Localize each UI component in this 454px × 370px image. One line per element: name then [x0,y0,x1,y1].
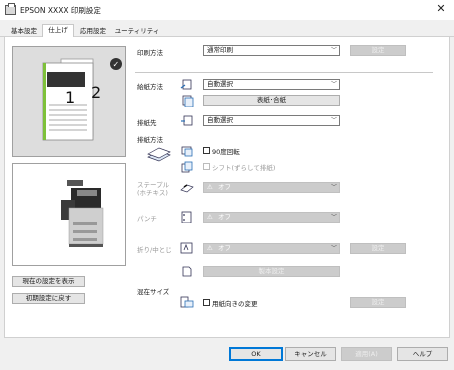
mixed-size-icon [180,296,194,308]
reset-defaults-button[interactable]: 初期設定に戻す [12,293,85,304]
front-page-number: 1 [65,88,75,107]
help-button[interactable]: ヘルプ [397,347,448,361]
shift-checkbox[interactable] [203,163,210,170]
punch-icon [181,211,192,223]
tab-finishing[interactable]: 仕上げ [42,24,74,38]
punch-value: オフ [218,213,231,221]
rotate-90-label: 90度回転 [212,148,240,156]
output-tray-select[interactable]: 自動選択 ﹀ [203,115,340,126]
paper-source-icon [180,79,192,90]
staple-label: ステープル (ホチキス) [137,181,170,197]
shift-icon [181,161,193,173]
cover-slip-sheet-button[interactable]: 表紙･合紙 [203,95,340,106]
chevron-down-icon: ﹀ [330,214,337,221]
staple-select[interactable]: ⚠ オフ ﹀ [203,182,340,193]
output-tray-icon [181,115,193,126]
info-icon: ⚠ [207,244,213,252]
cancel-button[interactable]: キャンセル [285,347,336,361]
print-method-select[interactable]: 通常印刷 ﹀ [203,45,340,56]
close-icon[interactable]: ✕ [434,2,448,16]
print-method-settings-button[interactable]: 設定 [350,45,406,56]
check-icon: ✓ [113,60,120,69]
info-icon: ⚠ [207,213,213,221]
paper-source-select[interactable]: 自動選択 ﹀ [203,79,340,90]
orientation-change-label: 用紙向きの変更 [212,300,258,308]
rotate-icon [181,146,193,157]
ok-button[interactable]: OK [229,347,283,361]
fold-value: オフ [218,244,231,252]
tab-advanced[interactable]: 応用設定 [75,25,111,37]
shift-label: シフト(ずらして排紙) [212,164,276,172]
chevron-down-icon: ﹀ [330,184,337,191]
chevron-down-icon: ﹀ [330,245,337,252]
printer-illustration [61,180,104,247]
booklet-settings-button[interactable]: 製本設定 [203,266,340,277]
fold-select[interactable]: ⚠ オフ ﹀ [203,243,340,254]
chevron-down-icon: ﹀ [330,81,337,88]
print-method-value: 通常印刷 [207,46,233,54]
rotate-90-checkbox[interactable] [203,147,210,154]
apply-button[interactable]: 適用(A) [341,347,392,361]
cover-sheet-icon [182,95,194,107]
info-icon: ⚠ [207,183,213,191]
tab-utility[interactable]: ユーティリティー [111,25,163,46]
staple-value: オフ [218,183,231,191]
divider [135,72,433,73]
document-preview-illustration: 1 2 ✓ [42,58,122,141]
chevron-down-icon: ﹀ [330,117,337,124]
fold-settings-button[interactable]: 設定 [350,243,406,254]
printer-icon [5,3,16,15]
paper-source-label: 給紙方法 [137,83,163,91]
output-method-label: 排紙方法 [137,136,163,144]
show-current-settings-button[interactable]: 現在の設定を表示 [12,276,85,287]
mixed-size-settings-button[interactable]: 設定 [350,297,406,308]
orientation-change-checkbox[interactable] [203,299,210,306]
paper-source-value: 自動選択 [207,80,233,88]
fold-icon [180,242,193,254]
mixed-size-label: 混在サイズ [137,288,170,296]
punch-label: パンチ [137,215,157,223]
output-tray-value: 自動選択 [207,116,233,124]
print-method-label: 印刷方法 [137,49,163,57]
punch-select[interactable]: ⚠ オフ ﹀ [203,212,340,223]
back-page-number: 2 [91,83,101,102]
tab-basic[interactable]: 基本設定 [6,25,42,37]
document-preview: 1 2 ✓ [12,46,126,157]
window-title: EPSON XXXX 印刷設定 [20,6,101,15]
booklet-icon [182,266,192,277]
fold-label: 折り/中とじ [137,246,172,254]
staple-icon [180,184,194,193]
chevron-down-icon: ﹀ [330,47,337,54]
printer-preview [12,163,126,266]
output-method-icon [147,147,171,162]
output-tray-label: 排紙先 [137,119,157,127]
